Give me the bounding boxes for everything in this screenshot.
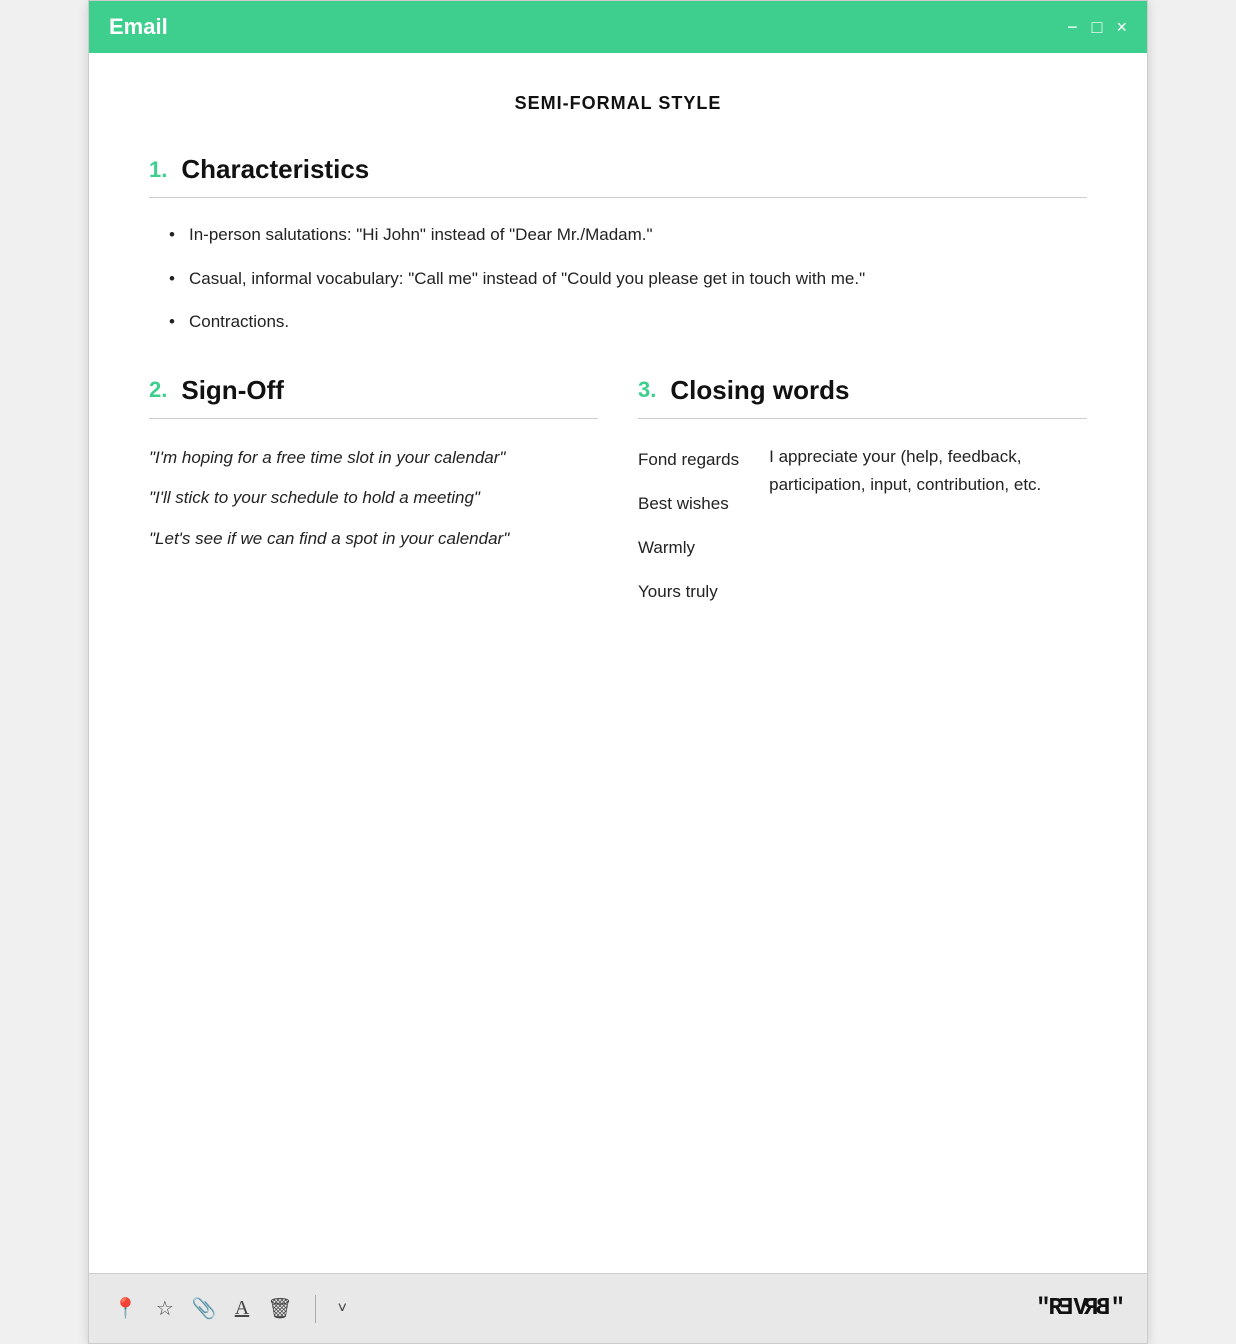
main-content: SEMI-FORMAL STYLE 1. Characteristics In-… <box>89 53 1147 1273</box>
closing-word-1: Fond regards <box>638 443 739 477</box>
app-title: Email <box>109 14 168 40</box>
close-button[interactable]: × <box>1116 17 1127 38</box>
footer: 📍 ☆ 📎 A 🗑 ˅ "REVRB" <box>89 1273 1147 1343</box>
app-window: Email − □ × SEMI-FORMAL STYLE 1. Charact… <box>88 0 1148 1344</box>
section2-col: 2. Sign-Off "I'm hoping for a free time … <box>149 375 638 609</box>
closing-words-container: Fond regards Best wishes Warmly Yours tr… <box>638 443 1087 609</box>
section3-col: 3. Closing words Fond regards Best wishe… <box>638 375 1087 609</box>
closing-words-right: I appreciate your (help, feedback, parti… <box>769 443 1087 609</box>
section3-number: 3. <box>638 377 656 403</box>
document-title: SEMI-FORMAL STYLE <box>149 93 1087 114</box>
dropdown-icon[interactable]: ˅ <box>338 1300 347 1318</box>
sign-off-quotes: "I'm hoping for a free time slot in your… <box>149 443 598 555</box>
section3-title: Closing words <box>670 375 849 406</box>
location-icon[interactable]: 📍 <box>113 1296 138 1321</box>
titlebar: Email − □ × <box>89 1 1147 53</box>
footer-icons: 📍 ☆ 📎 A 🗑 ˅ <box>113 1295 347 1323</box>
list-item: In-person salutations: "Hi John" instead… <box>169 222 1087 248</box>
section1-number: 1. <box>149 157 167 183</box>
maximize-button[interactable]: □ <box>1092 17 1103 38</box>
star-icon[interactable]: ☆ <box>156 1296 174 1321</box>
quote-3: "Let's see if we can find a spot in your… <box>149 524 598 555</box>
section1-title: Characteristics <box>181 154 369 185</box>
closing-appreciation: I appreciate your (help, feedback, parti… <box>769 447 1041 495</box>
footer-logo: "REVRB" <box>1036 1295 1123 1322</box>
section1-divider <box>149 197 1087 198</box>
characteristics-list: In-person salutations: "Hi John" instead… <box>149 222 1087 335</box>
window-controls: − □ × <box>1067 17 1127 38</box>
list-item: Casual, informal vocabulary: "Call me" i… <box>169 266 1087 292</box>
trash-icon[interactable]: 🗑 <box>267 1296 292 1321</box>
minimize-button[interactable]: − <box>1067 17 1078 38</box>
closing-words-left: Fond regards Best wishes Warmly Yours tr… <box>638 443 739 609</box>
quote-2: "I'll stick to your schedule to hold a m… <box>149 483 598 514</box>
section3-heading: 3. Closing words <box>638 375 1087 406</box>
closing-word-2: Best wishes <box>638 487 739 521</box>
paperclip-icon[interactable]: 📎 <box>192 1296 217 1321</box>
section2-divider <box>149 418 598 419</box>
section1-heading: 1. Characteristics <box>149 154 1087 185</box>
closing-word-3: Warmly <box>638 531 739 565</box>
section2-title: Sign-Off <box>181 375 284 406</box>
text-format-icon[interactable]: A <box>235 1297 249 1320</box>
footer-divider <box>315 1295 316 1323</box>
closing-word-4: Yours truly <box>638 575 739 609</box>
section2-number: 2. <box>149 377 167 403</box>
quote-1: "I'm hoping for a free time slot in your… <box>149 443 598 474</box>
two-col-section: 2. Sign-Off "I'm hoping for a free time … <box>149 375 1087 609</box>
section3-divider <box>638 418 1087 419</box>
list-item: Contractions. <box>169 309 1087 335</box>
section2-heading: 2. Sign-Off <box>149 375 598 406</box>
